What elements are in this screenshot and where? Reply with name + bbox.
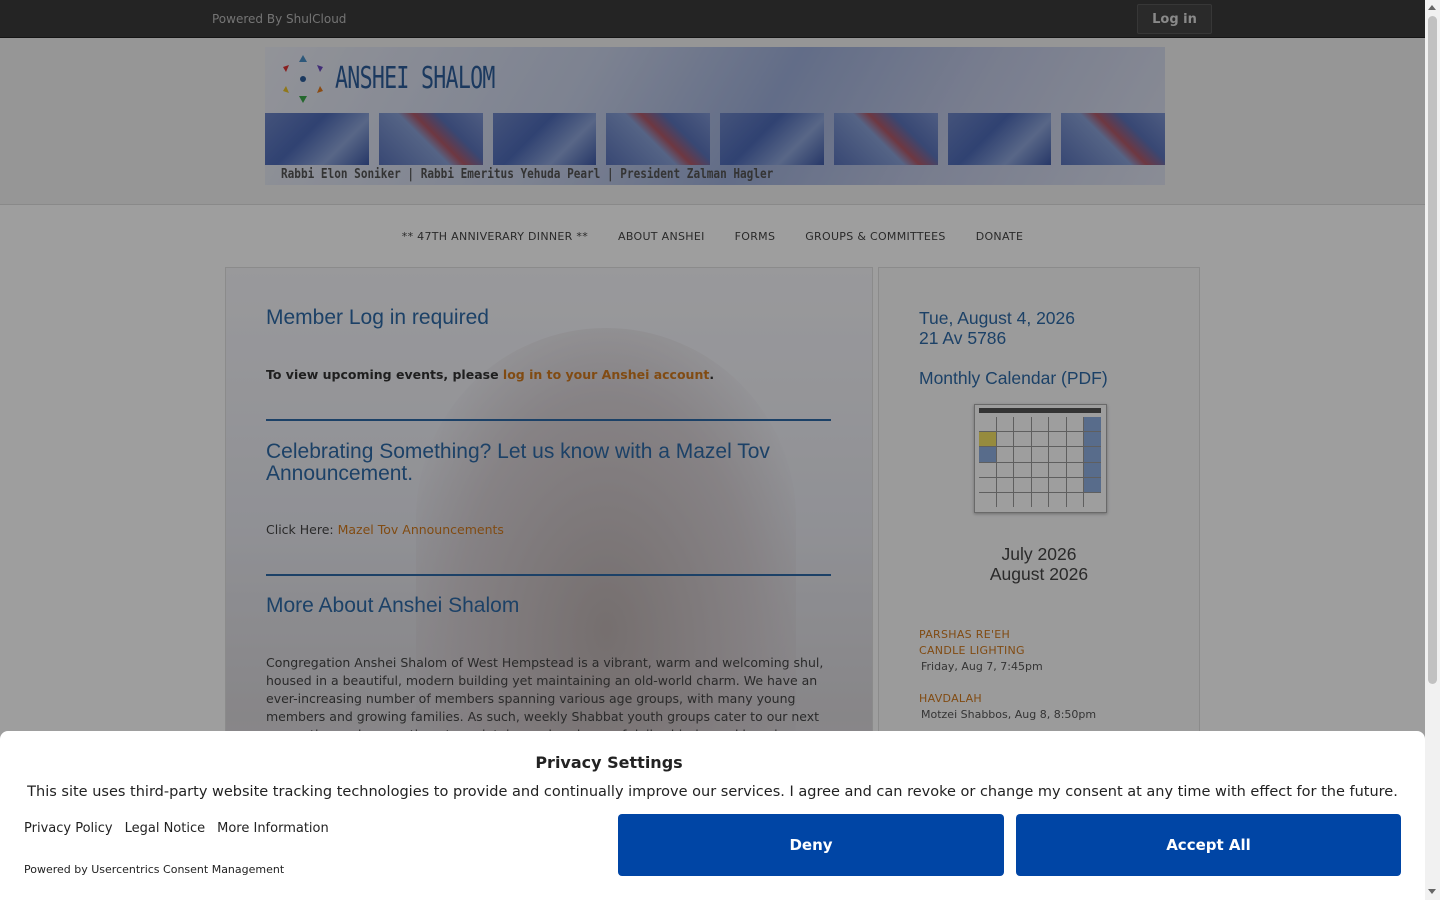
scroll-down-arrow-icon[interactable]: [1428, 889, 1436, 894]
usercentrics-powered-by[interactable]: Powered by Usercentrics Consent Manageme…: [24, 863, 284, 876]
scrollbar[interactable]: [1425, 0, 1440, 900]
privacy-consent-banner: Privacy Settings This site uses third-pa…: [0, 731, 1425, 900]
more-information-link[interactable]: More Information: [217, 821, 329, 836]
scrollbar-thumb[interactable]: [1428, 16, 1437, 684]
deny-button[interactable]: Deny: [618, 814, 1004, 876]
privacy-settings-title: Privacy Settings: [535, 753, 683, 772]
privacy-settings-text: This site uses third-party website track…: [27, 784, 1398, 800]
privacy-links: Privacy Policy Legal Notice More Informa…: [24, 821, 329, 836]
privacy-policy-link[interactable]: Privacy Policy: [24, 821, 113, 836]
accept-all-button[interactable]: Accept All: [1016, 814, 1401, 876]
scroll-up-arrow-icon[interactable]: [1428, 5, 1436, 10]
legal-notice-link[interactable]: Legal Notice: [125, 821, 206, 836]
